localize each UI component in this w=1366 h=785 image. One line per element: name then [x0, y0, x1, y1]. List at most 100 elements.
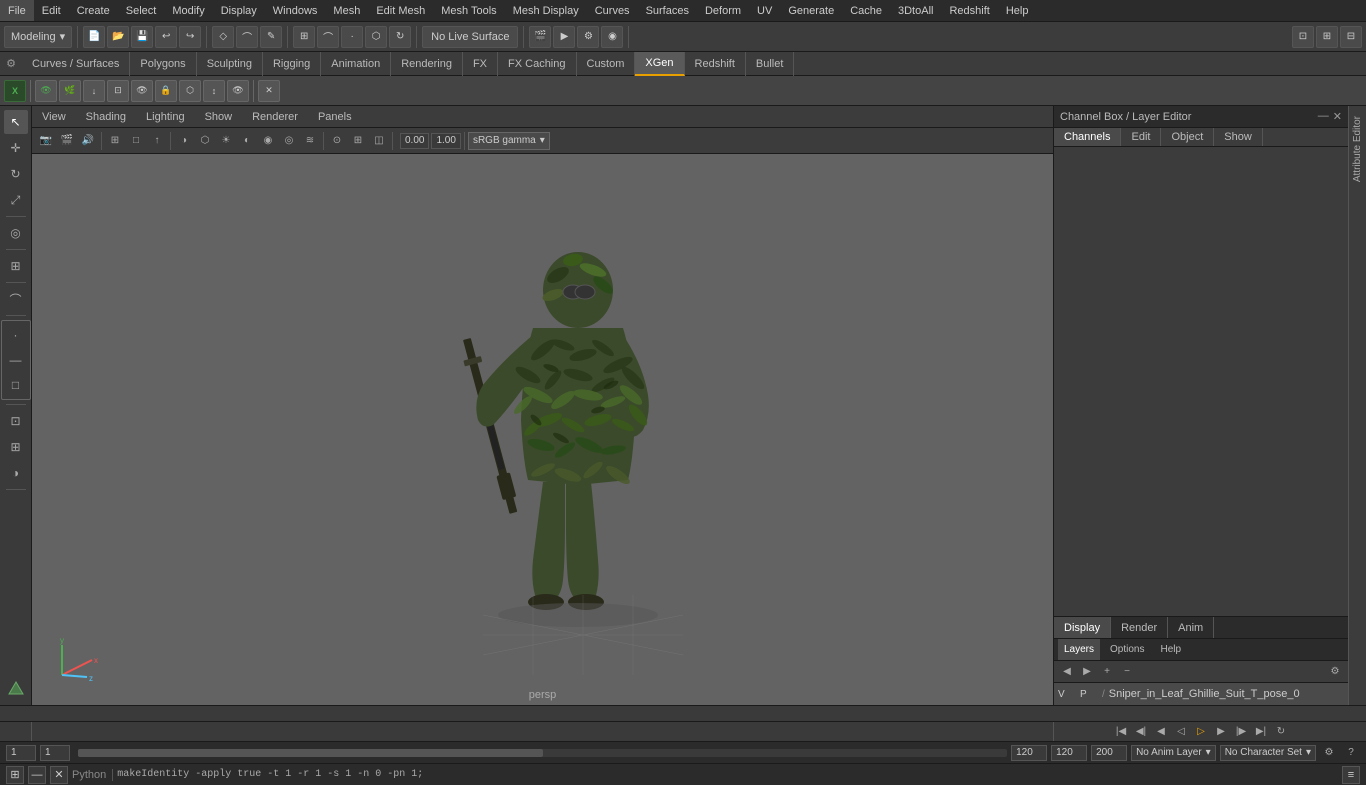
next-layer-button[interactable]: ▶: [1078, 663, 1096, 681]
options-subtab[interactable]: Options: [1104, 639, 1150, 660]
play-reverse-button[interactable]: ◁: [1172, 723, 1190, 741]
xgen-eye-button[interactable]: 👁: [131, 80, 153, 102]
loop-button[interactable]: ↻: [1272, 723, 1290, 741]
channels-tab[interactable]: Channels: [1054, 128, 1121, 146]
audio-button[interactable]: 🔊: [78, 131, 98, 151]
menu-mesh[interactable]: Mesh: [325, 0, 368, 21]
play-forward-button[interactable]: ▷: [1192, 723, 1210, 741]
redo-button[interactable]: ↪: [179, 26, 201, 48]
tab-polygons[interactable]: Polygons: [130, 52, 196, 76]
render-button[interactable]: 🎬: [529, 26, 551, 48]
scale-tool-button[interactable]: ⤢: [4, 188, 28, 212]
canvas-area[interactable]: x y z persp: [32, 154, 1053, 705]
lasso-tool[interactable]: ⌒: [4, 287, 28, 311]
menu-edit[interactable]: Edit: [34, 0, 69, 21]
xgen-icon-button[interactable]: [4, 677, 28, 701]
scrollbar-thumb[interactable]: [78, 749, 543, 757]
lighting-menu[interactable]: Lighting: [140, 111, 191, 123]
save-file-button[interactable]: 💾: [131, 26, 153, 48]
menu-modify[interactable]: Modify: [164, 0, 212, 21]
menu-cache[interactable]: Cache: [842, 0, 890, 21]
minimize-icon[interactable]: —: [1318, 110, 1329, 123]
xray-toggle[interactable]: ◫: [369, 131, 389, 151]
panel-button[interactable]: ⊞: [1316, 26, 1338, 48]
close-icon[interactable]: ✕: [1333, 110, 1342, 123]
layers-subtab[interactable]: Layers: [1058, 639, 1100, 660]
help-subtab[interactable]: Help: [1154, 639, 1187, 660]
no-char-set-dropdown[interactable]: No Character Set ▾: [1220, 745, 1316, 761]
layer-row[interactable]: V P / Sniper_in_Leaf_Ghillie_Suit_T_pose…: [1054, 683, 1348, 705]
grid-button[interactable]: ⊞: [4, 435, 28, 459]
menu-select[interactable]: Select: [118, 0, 165, 21]
move-tool-button[interactable]: ✛: [4, 136, 28, 160]
timeline-track[interactable]: [32, 722, 1053, 741]
menu-generate[interactable]: Generate: [780, 0, 842, 21]
show-tab[interactable]: Show: [1214, 128, 1263, 146]
layer-visibility[interactable]: V: [1058, 689, 1076, 700]
menu-uv[interactable]: UV: [749, 0, 780, 21]
live-surface-button[interactable]: No Live Surface: [422, 26, 518, 48]
go-to-end-button[interactable]: ▶|: [1252, 723, 1270, 741]
tab-xgen[interactable]: XGen: [635, 52, 684, 76]
layer-playback[interactable]: P: [1080, 689, 1098, 700]
home-button[interactable]: ⊞: [6, 766, 24, 784]
menu-windows[interactable]: Windows: [265, 0, 326, 21]
go-to-start-button[interactable]: |◀: [1112, 723, 1130, 741]
new-file-button[interactable]: 📄: [83, 26, 105, 48]
tab-sculpting[interactable]: Sculpting: [197, 52, 263, 76]
step-forward-button[interactable]: |▶: [1232, 723, 1250, 741]
menu-file[interactable]: File: [0, 0, 34, 21]
tab-bullet[interactable]: Bullet: [746, 52, 795, 76]
no-anim-layer-dropdown[interactable]: No Anim Layer ▾: [1131, 745, 1216, 761]
motion-blur-toggle[interactable]: ≋: [300, 131, 320, 151]
open-file-button[interactable]: 📂: [107, 26, 129, 48]
xgen-adjust-button[interactable]: ↕: [203, 80, 225, 102]
render-settings[interactable]: ⚙: [577, 26, 599, 48]
camera-button[interactable]: 📷: [36, 131, 56, 151]
max-button[interactable]: ✕: [50, 766, 68, 784]
xgen-hex-button[interactable]: ⬡: [179, 80, 201, 102]
xgen-place-button[interactable]: ↓: [83, 80, 105, 102]
xgen-groom-button[interactable]: 🌿: [59, 80, 81, 102]
light-toggle[interactable]: ☀: [216, 131, 236, 151]
undo-button[interactable]: ↩: [155, 26, 177, 48]
menu-mesh-tools[interactable]: Mesh Tools: [433, 0, 504, 21]
playblast-button[interactable]: 🎬: [57, 131, 77, 151]
aa-toggle[interactable]: ◎: [279, 131, 299, 151]
snap-surface[interactable]: ⬡: [365, 26, 387, 48]
ipr-render[interactable]: ▶: [553, 26, 575, 48]
tab-rigging[interactable]: Rigging: [263, 52, 321, 76]
shadow-toggle[interactable]: ◐: [237, 131, 257, 151]
lasso-select[interactable]: ⌒: [236, 26, 258, 48]
menu-edit-mesh[interactable]: Edit Mesh: [368, 0, 433, 21]
xgen-lock-button[interactable]: 🔒: [155, 80, 177, 102]
shading-menu[interactable]: Shading: [80, 111, 132, 123]
snap-vertex[interactable]: ·: [4, 323, 28, 347]
min-button[interactable]: —: [28, 766, 46, 784]
display-button[interactable]: ⊡: [4, 409, 28, 433]
soft-select[interactable]: ↻: [389, 26, 411, 48]
prev-layer-button[interactable]: ◀: [1058, 663, 1076, 681]
frame-start-field[interactable]: 1: [40, 745, 70, 761]
panels-menu[interactable]: Panels: [312, 111, 358, 123]
shading-mode[interactable]: ◑: [174, 131, 194, 151]
renderer-menu[interactable]: Renderer: [246, 111, 304, 123]
menu-help[interactable]: Help: [998, 0, 1037, 21]
select-mode-button[interactable]: ↖: [4, 110, 28, 134]
xgen-logo-button[interactable]: X: [4, 80, 26, 102]
status-settings-button[interactable]: ⚙: [1320, 744, 1338, 762]
isolate-select[interactable]: ⊙: [327, 131, 347, 151]
snap-edge[interactable]: —: [4, 348, 28, 372]
command-line[interactable]: makeIdentity -apply true -t 1 -r 1 -s 1 …: [117, 769, 1338, 780]
edit-tab[interactable]: Edit: [1121, 128, 1161, 146]
menu-display[interactable]: Display: [213, 0, 265, 21]
menu-redshift[interactable]: Redshift: [941, 0, 997, 21]
workspace-dropdown[interactable]: Modeling ▾: [4, 26, 72, 48]
paint-select[interactable]: ✎: [260, 26, 282, 48]
soft-select-button[interactable]: ◎: [4, 221, 28, 245]
menu-create[interactable]: Create: [69, 0, 118, 21]
playback-end-field[interactable]: 120: [1011, 745, 1047, 761]
grid-button[interactable]: ⊟: [1340, 26, 1362, 48]
normals-toggle[interactable]: ↑: [147, 131, 167, 151]
xgen-visibility-button[interactable]: 👁: [227, 80, 249, 102]
